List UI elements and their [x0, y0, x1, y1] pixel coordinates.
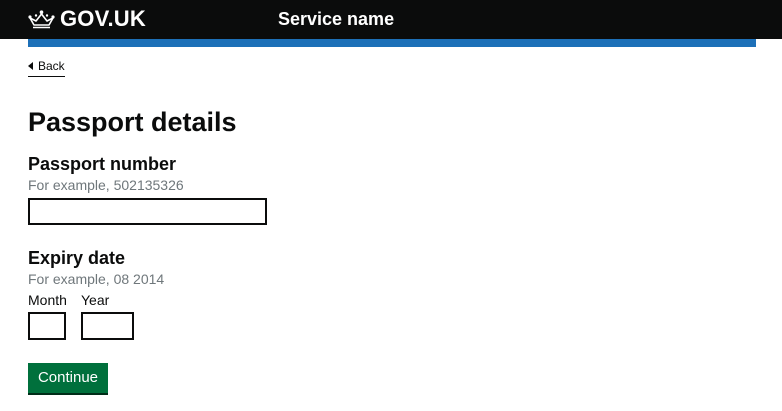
- triangle-left-icon: [28, 62, 33, 70]
- logo-text: GOV.UK: [60, 6, 146, 31]
- service-name-link[interactable]: Service name: [278, 8, 394, 30]
- site-header: GOV.UK Service name: [0, 0, 782, 39]
- back-link[interactable]: Back: [28, 57, 65, 77]
- govuk-logo-link[interactable]: GOV.UK: [28, 7, 146, 31]
- expiry-year-label: Year: [81, 292, 110, 308]
- expiry-month-input[interactable]: [28, 312, 66, 340]
- back-link-label: Back: [38, 59, 65, 73]
- header-accent-bar: [28, 39, 756, 47]
- passport-number-input[interactable]: [28, 198, 267, 225]
- crown-icon: [28, 10, 55, 29]
- page-title: Passport details: [28, 107, 237, 137]
- expiry-date-label: Expiry date: [28, 248, 126, 268]
- expiry-month-label: Month: [28, 292, 67, 308]
- passport-number-label: Passport number: [28, 154, 177, 174]
- expiry-year-input[interactable]: [81, 312, 134, 340]
- passport-number-hint: For example, 502135326: [28, 177, 184, 193]
- expiry-date-hint: For example, 08 2014: [28, 271, 165, 287]
- continue-button[interactable]: Continue: [28, 363, 108, 393]
